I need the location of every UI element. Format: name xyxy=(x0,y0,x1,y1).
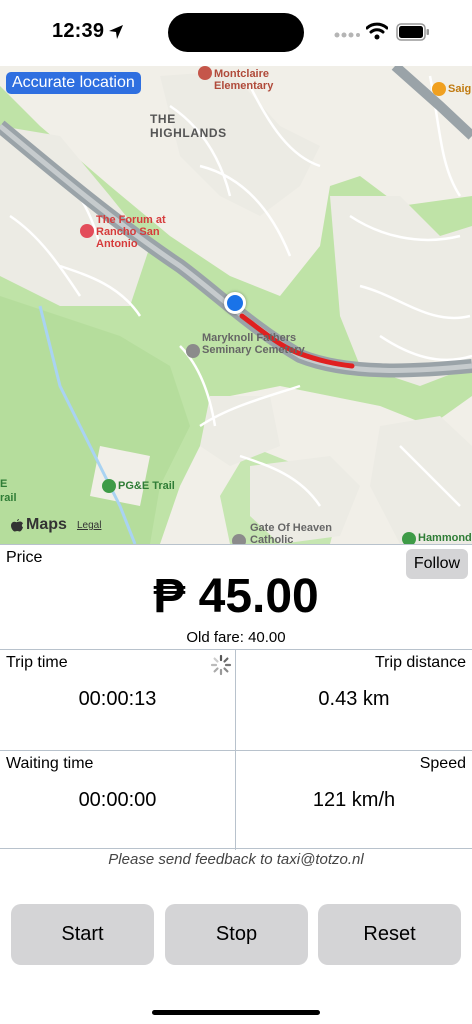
food-pin-icon[interactable] xyxy=(432,82,446,96)
apple-maps-logo: Maps xyxy=(10,516,67,534)
maps-attribution: Maps xyxy=(26,516,67,533)
speed-label: Speed xyxy=(419,755,466,772)
map-label-edge-rail: rail xyxy=(0,492,17,504)
park-pin-icon[interactable] xyxy=(402,532,416,544)
price-value: ₱ 45.00 xyxy=(153,570,319,623)
trip-distance-value: 0.43 km xyxy=(318,688,390,710)
old-fare-label: Old fare: xyxy=(186,629,244,646)
map-label-hammond: Hammond xyxy=(418,532,472,544)
trip-distance-cell: Trip distance 0.43 km xyxy=(236,650,472,750)
start-button[interactable]: Start xyxy=(11,904,154,965)
reset-button[interactable]: Reset xyxy=(318,904,461,965)
map-label-highlands: THE HIGHLANDS xyxy=(150,112,227,140)
stop-button[interactable]: Stop xyxy=(165,904,308,965)
trip-time-value: 00:00:13 xyxy=(78,688,157,710)
school-pin-icon[interactable] xyxy=(198,66,212,80)
status-time: 12:39 xyxy=(52,20,105,42)
price-label: Price xyxy=(6,549,43,566)
trail-pin-icon[interactable] xyxy=(102,479,116,493)
map-label-maryknoll: Maryknoll Fathers Seminary Cemetery xyxy=(202,332,305,356)
speed-cell: Speed 121 km/h xyxy=(236,750,472,850)
waiting-time-cell: Waiting time 00:00:00 xyxy=(0,750,236,850)
activity-spinner-icon xyxy=(210,654,232,676)
location-arrow-icon xyxy=(109,25,123,39)
map-label-saig: Saig xyxy=(448,83,472,95)
map-label-gate-of-heaven: Gate Of Heaven Catholic xyxy=(250,522,332,544)
legal-link[interactable]: Legal xyxy=(77,520,101,531)
location-accuracy-badge: Accurate location xyxy=(6,72,141,94)
battery-icon xyxy=(396,23,429,41)
map-label-pge-trail: PG&E Trail xyxy=(118,480,175,492)
status-bar: 12:39 xyxy=(0,0,472,66)
trip-time-label: Trip time xyxy=(6,654,68,671)
home-indicator[interactable] xyxy=(152,1010,320,1015)
dynamic-island xyxy=(168,13,304,52)
map-view[interactable]: Accurate location Montclaire Elementary … xyxy=(0,66,472,544)
trip-time-cell: Trip time 00:00:13 xyxy=(0,650,236,750)
cemetery-pin-icon[interactable] xyxy=(186,344,200,358)
old-fare: Old fare: 40.00 xyxy=(0,629,472,646)
waiting-time-value: 00:00:00 xyxy=(78,789,157,811)
place-pin-icon[interactable] xyxy=(80,224,94,238)
trip-stats-grid: Trip time 00:00:13 Trip distance 0.43 km… xyxy=(0,649,472,850)
cemetery-pin-icon[interactable] xyxy=(232,534,246,544)
waiting-time-label: Waiting time xyxy=(6,755,94,772)
trip-distance-label: Trip distance xyxy=(375,654,466,671)
speed-value: 121 km/h xyxy=(312,789,396,811)
old-fare-value: 40.00 xyxy=(248,629,286,646)
map-label-forum: The Forum at Rancho San Antonio xyxy=(96,214,166,250)
user-location-dot xyxy=(224,292,246,314)
feedback-text: Please send feedback to taxi@totzo.nl xyxy=(108,851,364,868)
map-label-edge-e: E xyxy=(0,478,8,490)
price-panel: Price Follow ₱ 45.00 Old fare: 40.00 xyxy=(0,544,472,650)
apple-logo-icon xyxy=(11,519,23,532)
map-label-elementary: Montclaire Elementary xyxy=(214,68,274,92)
cellular-dots-icon xyxy=(334,32,360,38)
wifi-icon xyxy=(366,22,388,40)
